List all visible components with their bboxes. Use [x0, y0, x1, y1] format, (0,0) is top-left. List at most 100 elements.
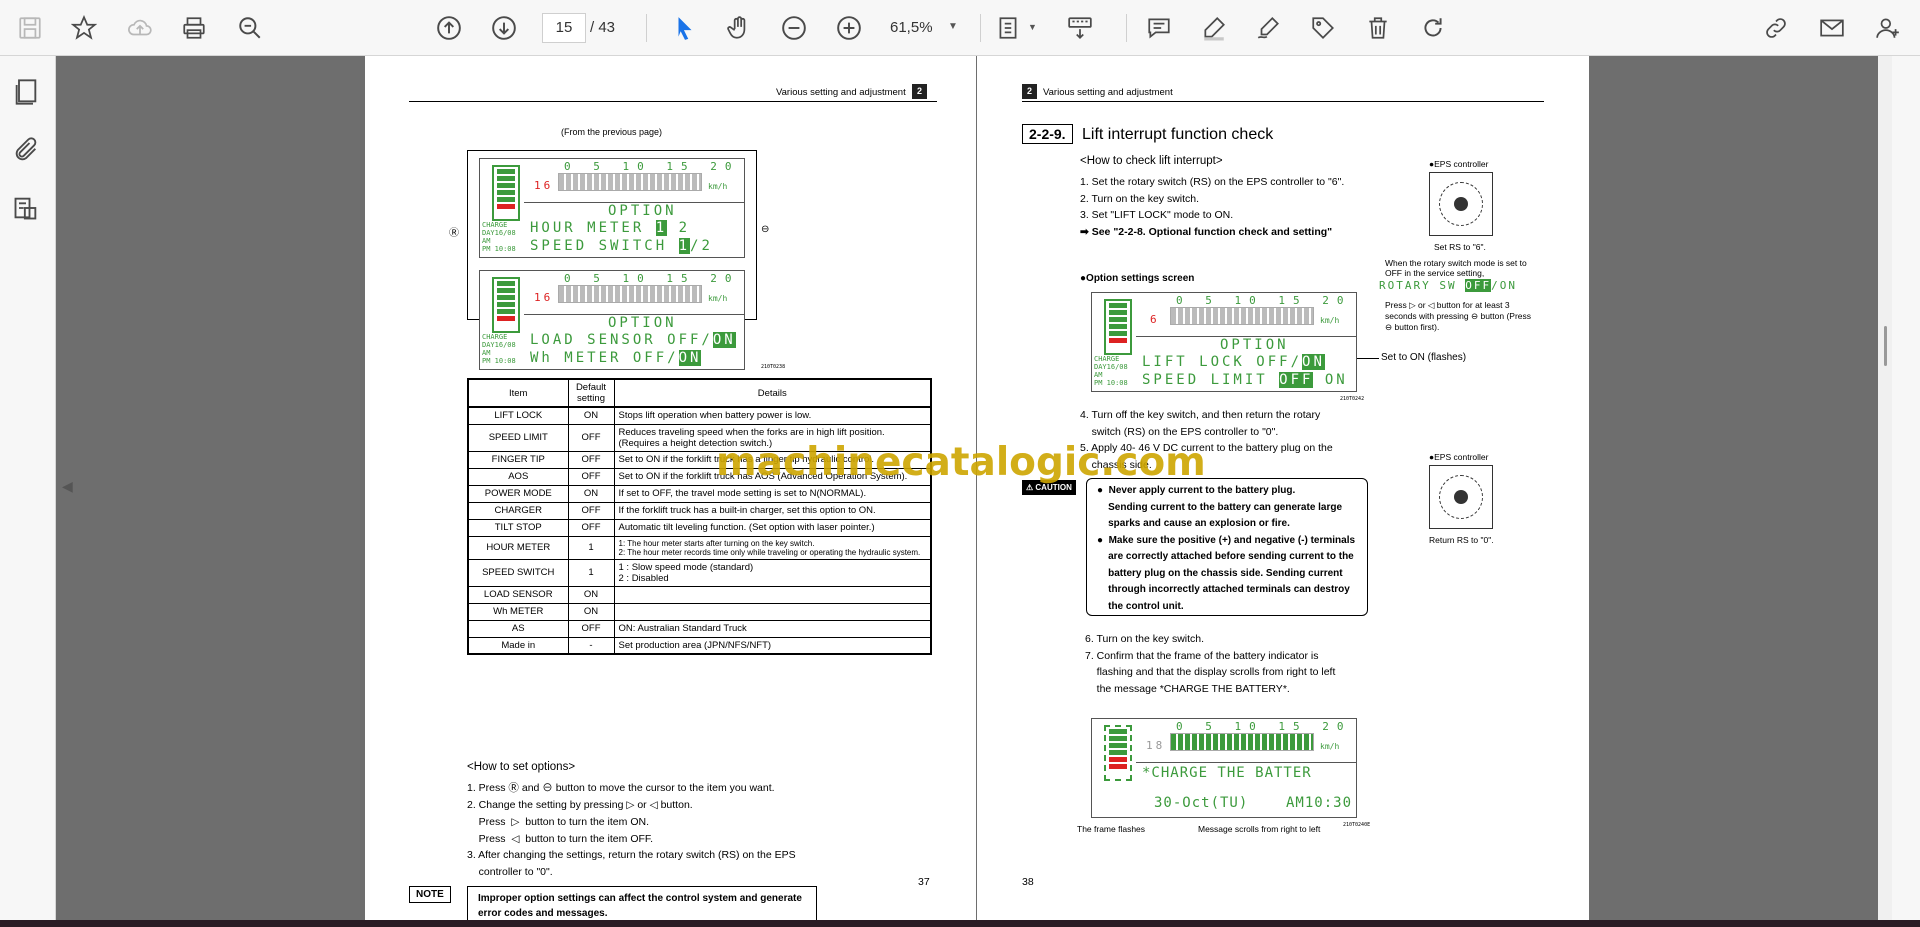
page-fit-icon[interactable]	[990, 10, 1026, 46]
zoom-in-icon[interactable]	[831, 10, 867, 46]
lcd-speed-gauge	[1170, 307, 1314, 325]
attachment-paperclip-icon[interactable]	[12, 136, 44, 168]
page-thumbnails-icon[interactable]	[12, 78, 44, 110]
table-row: Wh METER ON	[467, 602, 932, 621]
callout-line	[1357, 358, 1379, 359]
eps-caption: Set RS to "6".	[1434, 242, 1486, 252]
instruction-step: 2. Turn on the key switch.	[1080, 193, 1200, 205]
instruction-step: switch (RS) on the EPS controller to "0"…	[1080, 426, 1279, 438]
stamp-tag-icon[interactable]	[1305, 10, 1341, 46]
eps-label: ●EPS controller	[1429, 452, 1489, 462]
details-cell: ON: Australian Standard Truck	[613, 619, 932, 638]
item-cell: LIFT LOCK	[467, 406, 569, 425]
cloud-upload-icon[interactable]	[122, 10, 158, 46]
from-previous-caption: (From the previous page)	[561, 127, 663, 137]
highlight-pen-icon[interactable]	[1196, 10, 1232, 46]
default-cell: ON	[567, 602, 615, 621]
note-box: Improper option settings can affect the …	[467, 886, 817, 920]
lcd-line-lift-lock: LIFT LOCK OFF/ON	[1142, 354, 1325, 370]
draw-pen-icon[interactable]	[1250, 10, 1286, 46]
default-cell: OFF	[567, 518, 615, 537]
lcd-side-info: CHARGE DAY16/08 AM PM 10:08	[482, 333, 516, 365]
chevron-down-icon[interactable]: ▼	[1028, 22, 1037, 32]
pdf-page-38: 2 Various setting and adjustment 2-2-9. …	[977, 56, 1589, 920]
previous-arrow-icon[interactable]: ◀	[62, 478, 73, 495]
how-to-title: <How to set options>	[467, 761, 576, 773]
page-total: / 43	[590, 19, 616, 36]
comment-icon[interactable]	[1141, 10, 1177, 46]
table-row: SPEED SWITCH 1 1 : Slow speed mode (standa…	[467, 558, 932, 587]
lcd-line-date: 30-Oct(TU)	[1154, 795, 1249, 811]
lcd-line-speed-limit: SPEED LIMIT OFF ON	[1142, 372, 1348, 388]
lcd-line-hour-meter: HOUR METER 1 2	[530, 220, 691, 236]
lcd-display-1: 0 5 10 15 20 16 km/h CHARGE DAY16/08 AM …	[479, 158, 745, 258]
subsection-title: <How to check lift interrupt>	[1080, 155, 1223, 167]
page-header: Various setting and adjustment	[776, 87, 906, 98]
battery-indicator-icon	[492, 165, 520, 221]
item-cell: TILT STOP	[467, 518, 569, 537]
zoom-out-icon[interactable]	[776, 10, 812, 46]
details-cell: Stops lift operation when battery power …	[613, 406, 932, 425]
scroll-caption: Message scrolls from right to left	[1198, 824, 1321, 834]
page-number-input[interactable]: 15	[542, 13, 586, 43]
default-cell: -	[567, 636, 615, 655]
email-icon[interactable]	[1814, 10, 1850, 46]
bookmark-star-icon[interactable]	[66, 10, 102, 46]
instruction-step: 3. After changing the settings, return t…	[467, 849, 796, 861]
table-header: Details	[613, 378, 932, 408]
header-rule	[409, 101, 937, 102]
hand-pan-icon[interactable]	[721, 10, 757, 46]
item-cell: Made in	[467, 636, 569, 655]
toolbar-divider	[980, 14, 981, 42]
table-header: Default setting	[567, 378, 615, 408]
default-cell: OFF	[567, 619, 615, 638]
redo-icon[interactable]	[1415, 10, 1451, 46]
lcd-scale: 0 5 10 15 20	[564, 160, 740, 173]
lcd-scale: 0 5 10 15 20	[1176, 720, 1352, 733]
add-user-icon[interactable]	[1870, 10, 1906, 46]
zoom-level-select[interactable]: 61,5%	[890, 13, 970, 43]
item-cell: Wh METER	[467, 602, 569, 621]
vertical-scrollbar[interactable]	[1878, 56, 1892, 922]
lcd-line-option: OPTION	[608, 315, 677, 331]
default-cell: OFF	[567, 501, 615, 520]
delete-trash-icon[interactable]	[1360, 10, 1396, 46]
details-cell: If the forklift truck has a built-in cha…	[613, 501, 932, 520]
item-cell: POWER MODE	[467, 484, 569, 503]
toolbar: 15 / 43 61,5% ▼ ▼	[0, 0, 1920, 56]
note-tag: NOTE	[409, 886, 451, 903]
link-edit-icon[interactable]	[1758, 10, 1794, 46]
instruction-step: Press ◁ button to turn the item OFF.	[467, 833, 654, 845]
next-page-icon[interactable]	[486, 10, 522, 46]
default-cell: ON	[567, 585, 615, 604]
r-button-symbol: Ⓡ	[449, 228, 459, 239]
details-cell: 1 : Slow speed mode (standard) 2 : Disab…	[613, 558, 932, 587]
scrollbar-thumb[interactable]	[1884, 326, 1887, 366]
options-table: Item Default setting Details LIFT LOCK ON…	[467, 378, 932, 655]
chevron-down-icon[interactable]: ▼	[948, 21, 958, 32]
lcd-side-info: CHARGE DAY16/08 AM PM 10:08	[1094, 355, 1128, 387]
save-icon[interactable]	[12, 10, 48, 46]
zoom-search-icon[interactable]	[232, 10, 268, 46]
service-note: When the rotary switch mode is set to OF…	[1385, 258, 1527, 278]
previous-page-icon[interactable]	[431, 10, 467, 46]
details-cell: Set production area (JPN/NFS/NFT)	[613, 636, 932, 655]
header-rule	[1022, 101, 1544, 102]
page-number: 37	[918, 876, 930, 888]
details-cell	[613, 585, 932, 604]
minus-button-symbol: ⊖	[761, 224, 770, 235]
figure-code: 210T0242	[1340, 396, 1365, 402]
toolbar-divider	[646, 14, 647, 42]
lcd-display-4: 0 5 10 15 20 18 km/h *CHARGE THE BATTER …	[1091, 718, 1357, 818]
caution-line: ● Make sure the positive (+) and negativ…	[1097, 534, 1356, 546]
print-icon[interactable]	[176, 10, 212, 46]
keyboard-scroll-icon[interactable]	[1062, 10, 1098, 46]
select-cursor-icon[interactable]	[667, 10, 703, 46]
watermark: machinecatalogic.com	[716, 440, 1206, 485]
layers-signature-icon[interactable]	[12, 194, 44, 226]
caution-line: Sending current to the battery can gener…	[1097, 501, 1343, 513]
page-number: 38	[1022, 876, 1034, 888]
table-row: LOAD SENSOR ON	[467, 585, 932, 604]
table-row: AS OFF ON: Australian Standard Truck	[467, 619, 932, 638]
lcd-line-charge-message: *CHARGE THE BATTER	[1142, 765, 1312, 781]
